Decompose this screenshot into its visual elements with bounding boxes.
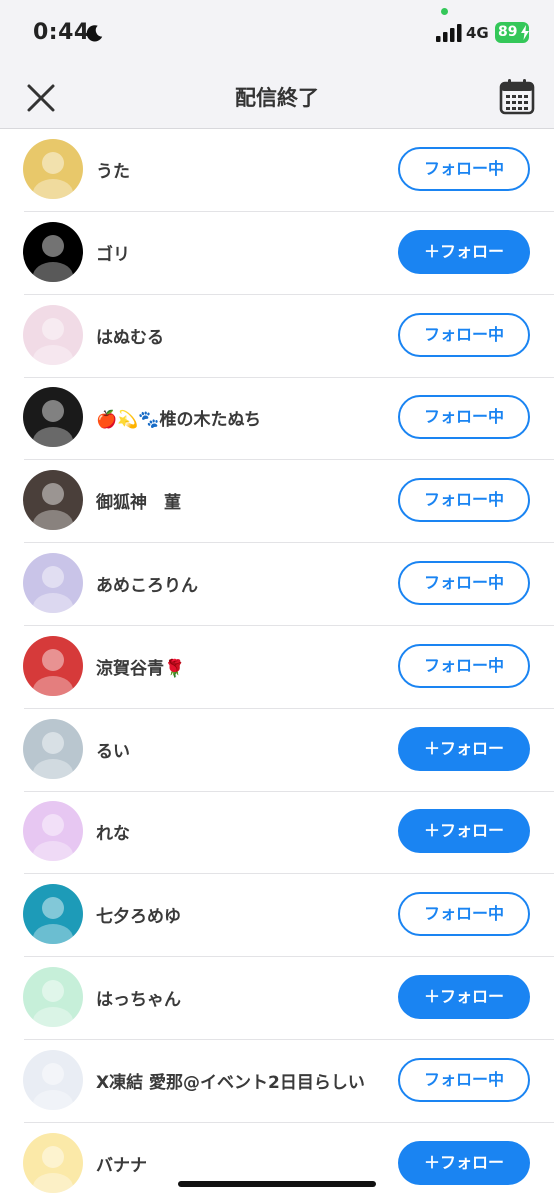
follow-button[interactable]: ＋フォロー — [398, 975, 530, 1019]
avatar[interactable] — [23, 304, 83, 365]
follow-button[interactable]: ＋フォロー — [398, 1140, 530, 1185]
charging-bolt-icon — [521, 25, 529, 40]
avatar[interactable] — [23, 635, 83, 696]
network-type: 4G — [466, 24, 489, 42]
list-item[interactable]: るい ＋フォロー — [0, 709, 554, 792]
avatar[interactable] — [23, 801, 83, 862]
following-button[interactable]: フォロー中 — [398, 147, 530, 191]
list-item[interactable]: 七夕ろめゆ フォロー中 — [0, 874, 554, 958]
calendar-icon[interactable] — [499, 78, 535, 116]
avatar[interactable] — [23, 553, 83, 613]
user-name: るい — [96, 741, 130, 762]
user-name: X凍結 愛那@イベント2日目らしい — [96, 1072, 365, 1093]
avatar[interactable] — [23, 139, 83, 199]
list-item[interactable]: うた フォロー中 — [0, 129, 554, 212]
user-name: バナナ — [96, 1155, 147, 1176]
user-list: うた フォロー中 ゴリ ＋フォロー はぬむる フォロー中 🍎💫🐾椎の木たぬち フォロー中 御狐神… — [0, 129, 554, 1199]
user-name: 涼賀谷青🌹 — [96, 658, 186, 679]
user-name: はっちゃん — [96, 990, 181, 1010]
following-button[interactable]: フォロー中 — [398, 312, 530, 357]
avatar[interactable] — [23, 387, 83, 448]
follow-button[interactable]: ＋フォロー — [398, 809, 530, 854]
user-name: 七夕ろめゆ — [96, 907, 181, 928]
list-item[interactable]: ゴリ ＋フォロー — [0, 212, 554, 295]
moon-icon — [86, 25, 103, 42]
avatar[interactable] — [23, 1132, 83, 1193]
list-item[interactable]: はっちゃん ＋フォロー — [0, 957, 554, 1040]
user-name: れな — [96, 824, 130, 845]
list-item[interactable]: バナナ ＋フォロー — [0, 1123, 554, 1199]
user-name: 御狐神 菫 — [96, 493, 181, 514]
avatar[interactable] — [23, 967, 83, 1027]
following-button[interactable]: フォロー中 — [398, 892, 530, 937]
following-button[interactable]: フォロー中 — [398, 561, 530, 605]
avatar[interactable] — [23, 884, 83, 945]
list-item[interactable]: 🍎💫🐾椎の木たぬち フォロー中 — [0, 377, 554, 461]
user-name: うた — [96, 162, 130, 182]
user-name: 🍎💫🐾椎の木たぬち — [96, 410, 261, 431]
following-button[interactable]: フォロー中 — [398, 643, 530, 688]
status-bar: 0:44 4G 89 — [0, 0, 554, 64]
follow-button[interactable]: ＋フォロー — [398, 229, 530, 274]
following-button[interactable]: フォロー中 — [398, 478, 530, 523]
home-indicator[interactable] — [178, 1181, 376, 1187]
user-name: あめころりん — [96, 576, 198, 596]
avatar[interactable] — [23, 221, 83, 282]
signal-icon — [436, 24, 462, 42]
privacy-indicator-dot — [441, 8, 448, 15]
list-item[interactable]: あめころりん フォロー中 — [0, 543, 554, 626]
avatar[interactable] — [23, 1049, 83, 1110]
list-item[interactable]: れな ＋フォロー — [0, 791, 554, 875]
user-name: ゴリ — [96, 244, 130, 265]
user-name: はぬむる — [96, 327, 164, 348]
status-time: 0:44 — [33, 20, 90, 45]
follow-button[interactable]: ＋フォロー — [398, 726, 530, 771]
following-button[interactable]: フォロー中 — [398, 1057, 530, 1102]
following-button[interactable]: フォロー中 — [398, 395, 530, 440]
avatar[interactable] — [23, 718, 83, 779]
list-item[interactable]: 涼賀谷青🌹 フォロー中 — [0, 626, 554, 709]
page-title: 配信終了 — [235, 86, 319, 110]
nav-bar: 配信終了 — [0, 64, 554, 129]
list-item[interactable]: X凍結 愛那@イベント2日目らしい フォロー中 — [0, 1040, 554, 1123]
list-item[interactable]: 御狐神 菫 フォロー中 — [0, 460, 554, 544]
list-item[interactable]: はぬむる フォロー中 — [0, 295, 554, 378]
avatar[interactable] — [23, 470, 83, 531]
